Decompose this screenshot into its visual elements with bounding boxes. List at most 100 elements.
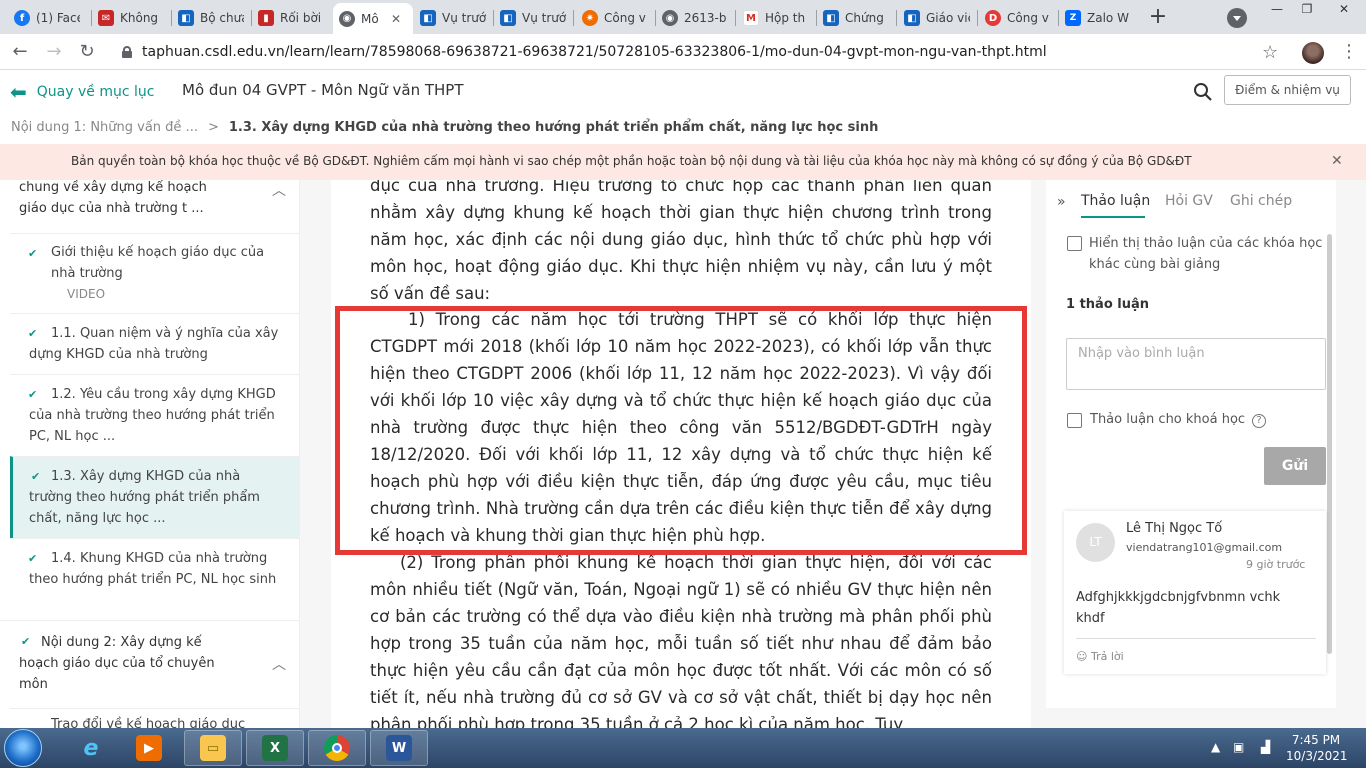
section-2-header[interactable]: Nội dung 2: Xây dựng kế hoạch giáo dục c… xyxy=(19,632,219,695)
lesson-title: 1.4. Khung KHGD của nhà trường theo hướn… xyxy=(29,551,277,587)
check-icon: ✔ xyxy=(28,327,38,340)
comment-input[interactable]: Nhập vào bình luận xyxy=(1066,338,1326,390)
show-hidden-icons[interactable]: ▲ xyxy=(1211,740,1220,754)
course-discussion-checkbox[interactable] xyxy=(1067,413,1082,428)
browser-tab[interactable]: D Công v xyxy=(979,4,1057,32)
browser-tab[interactable]: ◧Vụ trước xyxy=(494,4,572,32)
taskbar-word[interactable]: W xyxy=(370,730,428,766)
word-icon: W xyxy=(386,735,412,761)
chevron-up-icon[interactable]: ︿ xyxy=(272,180,286,200)
browser-tab[interactable]: ◉ 2613-b xyxy=(656,4,734,32)
tab-notes[interactable]: Ghi chép xyxy=(1230,193,1292,209)
tab-search-icon[interactable] xyxy=(1227,8,1247,28)
system-clock[interactable]: 7:45 PM 10/3/2021 xyxy=(1286,732,1348,764)
show-other-courses-checkbox[interactable] xyxy=(1067,236,1082,251)
comment-author: Lê Thị Ngọc Tố xyxy=(1126,521,1223,536)
globe-icon: ◉ xyxy=(339,10,355,27)
page-icon: ◧ xyxy=(420,10,436,26)
taskbar-explorer[interactable]: ▭ xyxy=(184,730,242,766)
lesson-title: Giới thiệu kế hoạch giáo dục của nhà trư… xyxy=(51,245,265,281)
browser-tab-active[interactable]: ◉ Mô ✕ xyxy=(333,3,413,34)
comment-timestamp: 9 giờ trước xyxy=(1246,558,1306,571)
taskbar-chrome[interactable] xyxy=(308,730,366,766)
browser-tab[interactable]: ◧Vụ trước xyxy=(414,4,492,32)
article-paragraph: dục của nhà trường. Hiệu trưởng tổ chức … xyxy=(370,180,992,303)
globe-icon: ◉ xyxy=(662,10,678,26)
lesson-item[interactable]: ✔ 1.1. Quan niệm và ý nghĩa của xây dựng… xyxy=(10,313,299,374)
close-window-icon[interactable]: ✕ xyxy=(1324,0,1364,20)
excel-icon: X xyxy=(262,735,288,761)
minimize-icon[interactable]: — xyxy=(1262,0,1292,20)
divider xyxy=(1076,638,1316,639)
breadcrumb-current: 1.3. Xây dựng KHGD của nhà trường theo h… xyxy=(228,119,879,135)
url-text[interactable]: taphuan.csdl.edu.vn/learn/learn/78598068… xyxy=(142,44,1047,60)
browser-tab[interactable]: ◧ Chứng xyxy=(817,4,895,32)
browser-tab[interactable]: ✉ Không xyxy=(92,4,170,32)
browser-tab[interactable]: ▮ Rối bời xyxy=(252,4,332,32)
lesson-type-badge: VIDEO xyxy=(67,287,106,301)
browser-tab[interactable]: Z Zalo W xyxy=(1059,4,1137,32)
comment-email: viendatrang101@gmail.com xyxy=(1126,541,1283,554)
tray-device-icon[interactable]: ▣ xyxy=(1233,740,1244,754)
back-to-toc-link[interactable]: ⬅ Quay về mục lục xyxy=(10,80,154,104)
tab-ask-teacher[interactable]: Hỏi GV xyxy=(1165,193,1213,209)
profile-avatar[interactable] xyxy=(1302,42,1324,64)
score-tasks-button[interactable]: Điểm & nhiệm vụ xyxy=(1224,75,1351,105)
active-tab-indicator xyxy=(1081,216,1145,218)
show-other-courses-label: Hiển thị thảo luận của các khóa học khác… xyxy=(1089,236,1323,272)
section-1-header[interactable]: chung về xây dựng kế hoạch giáo dục của … xyxy=(19,180,249,219)
avatar: LT xyxy=(1076,523,1115,562)
taskbar-media-player[interactable]: ▶ xyxy=(120,730,178,766)
discussion-count: 1 thảo luận xyxy=(1066,297,1150,312)
search-icon[interactable] xyxy=(1193,82,1213,102)
bookmark-star-icon[interactable]: ☆ xyxy=(1262,42,1278,63)
browser-tab[interactable]: ✷ Công v xyxy=(576,4,654,32)
chevron-up-icon[interactable]: ︿ xyxy=(272,654,286,674)
gmail-icon: M xyxy=(743,10,759,26)
tab-discussion[interactable]: Thảo luận xyxy=(1081,193,1150,209)
send-button[interactable]: Gửi xyxy=(1264,447,1326,485)
reply-button[interactable]: ☺ Trả lời xyxy=(1076,650,1124,663)
mail-icon: ✉ xyxy=(98,10,114,26)
browser-tab[interactable]: f (1) Face xyxy=(8,4,90,32)
browser-tab[interactable]: M Hộp th xyxy=(737,4,815,32)
menu-dots-icon[interactable]: ⋮ xyxy=(1340,40,1358,64)
lesson-title: 1.1. Quan niệm và ý nghĩa của xây dựng K… xyxy=(29,326,279,362)
lesson-item[interactable]: ✔ 1.4. Khung KHGD của nhà trường theo hư… xyxy=(10,538,299,620)
reply-label: Trả lời xyxy=(1090,650,1124,663)
lesson-item[interactable]: ✔ 1.2. Yêu cầu trong xây dựng KHGD của n… xyxy=(10,374,299,456)
browser-tab[interactable]: ◧ Bộ chưa xyxy=(172,4,250,32)
taskbar-excel[interactable]: X xyxy=(246,730,304,766)
taskbar-ie[interactable]: e xyxy=(62,730,120,766)
restore-icon[interactable]: ❐ xyxy=(1292,0,1322,20)
start-button[interactable] xyxy=(4,729,42,767)
breadcrumb: Nội dung 1: Những vấn đề ... > 1.3. Xây … xyxy=(0,112,1366,142)
section-1-title-line2: giáo dục của nhà trường t ... xyxy=(19,201,204,216)
facebook-icon: f xyxy=(14,10,30,26)
browser-toolbar: ← → ↻ taphuan.csdl.edu.vn/learn/learn/78… xyxy=(0,34,1366,70)
close-tab-icon[interactable]: ✕ xyxy=(391,12,401,26)
collapse-panel-icon[interactable]: » xyxy=(1057,194,1066,210)
lesson-item[interactable]: ✔ Giới thiệu kế hoạch giáo dục của nhà t… xyxy=(10,233,299,313)
new-tab-button[interactable]: + xyxy=(1145,5,1171,31)
page-icon: ◧ xyxy=(823,10,839,26)
highlight-annotation-box xyxy=(335,306,1027,555)
page-icon: ◧ xyxy=(904,10,920,26)
browser-tab[interactable]: ◧Giáo việ xyxy=(898,4,976,32)
lock-icon[interactable] xyxy=(122,46,132,58)
forward-arrow-icon[interactable]: → xyxy=(42,40,66,64)
section-1-title-line1: chung về xây dựng kế hoạch xyxy=(19,180,207,195)
lesson-title[interactable]: Trao đổi về kế hoạch giáo dục xyxy=(51,717,245,728)
close-icon[interactable]: ✕ xyxy=(1331,153,1343,169)
network-icon[interactable]: ▟ xyxy=(1261,740,1270,754)
reload-icon[interactable]: ↻ xyxy=(75,40,99,64)
help-icon[interactable]: ? xyxy=(1252,414,1266,428)
lesson-title: 1.2. Yêu cầu trong xây dựng KHGD của nhà… xyxy=(29,387,276,444)
lesson-item-active[interactable]: ✔ 1.3. Xây dựng KHGD của nhà trường theo… xyxy=(10,456,299,538)
breadcrumb-parent[interactable]: Nội dung 1: Những vấn đề ... xyxy=(11,120,198,135)
scrollbar[interactable] xyxy=(1327,234,1332,654)
back-arrow-icon[interactable]: ← xyxy=(8,40,32,64)
breadcrumb-separator: > xyxy=(207,119,219,135)
address-bar[interactable]: taphuan.csdl.edu.vn/learn/learn/78598068… xyxy=(108,38,1292,66)
gear-icon: ✷ xyxy=(582,10,598,26)
